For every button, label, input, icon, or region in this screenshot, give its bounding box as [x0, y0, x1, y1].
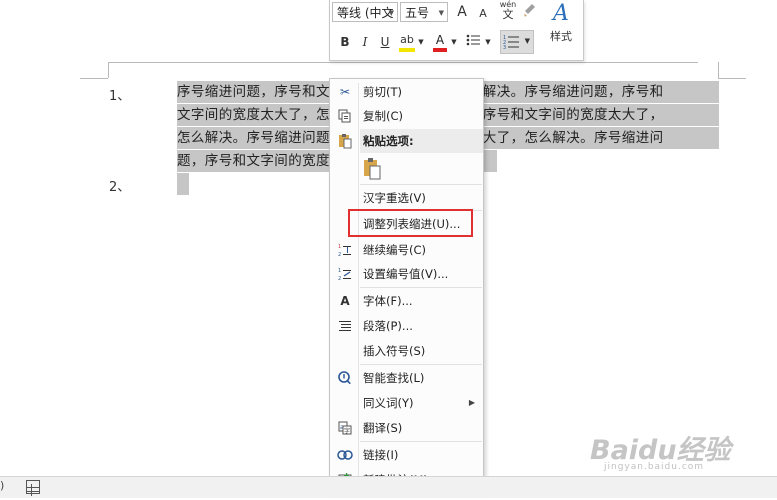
scissors-icon: ✂: [339, 85, 351, 99]
menu-separator: [360, 364, 482, 365]
underline-button[interactable]: U: [378, 32, 392, 52]
menu-item-continue-numbering[interactable]: 12 继续编号(C): [330, 238, 483, 262]
highlight-box: [348, 209, 473, 237]
list-number-1: 1、: [109, 89, 131, 104]
menu-item-paragraph[interactable]: 段落(P)...: [330, 314, 483, 338]
menu-item-link[interactable]: 链接(I): [330, 443, 483, 467]
chevron-down-icon[interactable]: ▼: [484, 32, 492, 52]
menu-item-smart-lookup[interactable]: 智能查找(L): [330, 366, 483, 390]
menu-item-label: 段落(P)...: [363, 319, 413, 333]
menu-item-set-numbering-value[interactable]: 12 设置编号值(V)...: [330, 262, 483, 286]
link-icon: [336, 443, 354, 467]
watermark-logo: Baidu经验 jingyan.baidu.com: [590, 428, 770, 472]
context-menu: ✂ 剪切(T) 复制(C) 粘贴选项: 汉字重选(V) 调整列表缩进(U)...…: [329, 78, 484, 493]
page-margin-corner-right: [718, 62, 719, 78]
menu-item-label: 插入符号(S): [363, 344, 426, 358]
chevron-down-icon: ▼: [438, 9, 444, 17]
font-color-swatch: [433, 48, 447, 52]
highlight-button[interactable]: ab: [398, 30, 416, 52]
menu-item-copy[interactable]: 复制(C): [330, 104, 483, 128]
bullets-icon[interactable]: [464, 32, 482, 54]
translate-icon: a字: [336, 416, 354, 440]
font-name-dropdown[interactable]: 等线 (中文 ▼: [332, 2, 398, 22]
menu-item-paste-options: 粘贴选项:: [330, 129, 483, 153]
page-margin-corner-left: [108, 62, 109, 78]
menu-item-label: 继续编号(C): [363, 243, 427, 257]
svg-text:字: 字: [344, 427, 350, 435]
highlight-label: ab: [400, 33, 414, 46]
svg-text:2: 2: [338, 276, 341, 281]
svg-text:1: 1: [338, 244, 341, 250]
bold-button[interactable]: B: [338, 32, 352, 52]
copy-icon: [336, 104, 354, 128]
menu-item-font[interactable]: A 字体(F)...: [330, 289, 483, 313]
menu-item-label: 翻译(S): [363, 421, 403, 435]
menu-item-synonyms[interactable]: 同义词(Y) ▶: [330, 391, 483, 415]
format-painter-icon[interactable]: [522, 2, 538, 24]
menu-item-label: 同义词(Y): [363, 396, 414, 410]
chevron-down-icon: ▼: [388, 9, 394, 17]
styles-button[interactable]: A 样式: [541, 0, 581, 58]
menu-item-translate[interactable]: a字 翻译(S): [330, 416, 483, 440]
font-color-label: A: [435, 33, 445, 47]
highlight-color-swatch: [399, 48, 415, 52]
menu-item-label: 字体(F)...: [363, 294, 413, 308]
continue-numbering-icon: 12: [336, 238, 354, 262]
status-bar: ): [0, 476, 777, 498]
numbering-button[interactable]: 123 ▼: [500, 30, 534, 54]
font-icon: A: [340, 294, 350, 308]
menu-separator: [360, 184, 482, 185]
chevron-down-icon[interactable]: ▼: [417, 32, 425, 52]
menu-item-label: 粘贴选项:: [363, 134, 414, 148]
submenu-arrow-icon: ▶: [468, 398, 475, 407]
layout-view-icon[interactable]: [26, 480, 40, 496]
paragraph-icon: [336, 314, 354, 338]
menu-item-cut[interactable]: ✂ 剪切(T): [330, 80, 483, 104]
svg-text:2: 2: [338, 252, 341, 257]
menu-item-label: 设置编号值(V)...: [363, 267, 449, 281]
menu-item-label: 汉字重选(V): [363, 191, 426, 205]
menu-item-label: 复制(C): [363, 109, 404, 123]
font-size-dropdown[interactable]: 五号 ▼: [400, 2, 448, 22]
italic-button[interactable]: I: [358, 32, 372, 52]
menu-item-label: 剪切(T): [363, 85, 402, 99]
shrink-font-icon[interactable]: A: [476, 4, 490, 24]
svg-text:3: 3: [503, 45, 506, 50]
menu-separator: [360, 287, 482, 288]
set-number-value-icon: 12: [336, 262, 354, 286]
watermark-url: jingyan.baidu.com: [604, 462, 705, 472]
page-margin-top-line: [108, 62, 698, 63]
paste-icon: [336, 129, 354, 153]
menu-item-hanzi-reselect[interactable]: 汉字重选(V): [330, 186, 483, 210]
grow-font-icon[interactable]: A: [454, 2, 470, 22]
styles-icon: A: [553, 1, 569, 26]
paste-keep-text-only-icon[interactable]: [361, 157, 383, 181]
status-bar-left-edge: ): [0, 479, 5, 492]
menu-separator: [360, 441, 482, 442]
menu-item-insert-symbol[interactable]: 插入符号(S): [330, 339, 483, 363]
svg-text:1: 1: [338, 268, 341, 274]
page-margin-tick-right: [718, 78, 746, 79]
selection-line-5: [177, 173, 189, 195]
smart-lookup-icon: [336, 366, 354, 390]
phonetic-guide-icon[interactable]: 文: [498, 5, 518, 25]
menu-item-label: 链接(I): [363, 448, 399, 462]
font-name-value: 等线 (中文: [337, 6, 394, 20]
font-color-button[interactable]: A: [432, 30, 448, 52]
styles-label: 样式: [550, 30, 572, 43]
chevron-down-icon[interactable]: ▼: [450, 32, 458, 52]
page-margin-tick-left: [80, 78, 108, 79]
menu-item-label: 智能查找(L): [363, 371, 425, 385]
font-size-value: 五号: [405, 6, 430, 20]
chevron-down-icon: ▼: [524, 37, 530, 45]
list-number-2: 2、: [109, 180, 131, 195]
